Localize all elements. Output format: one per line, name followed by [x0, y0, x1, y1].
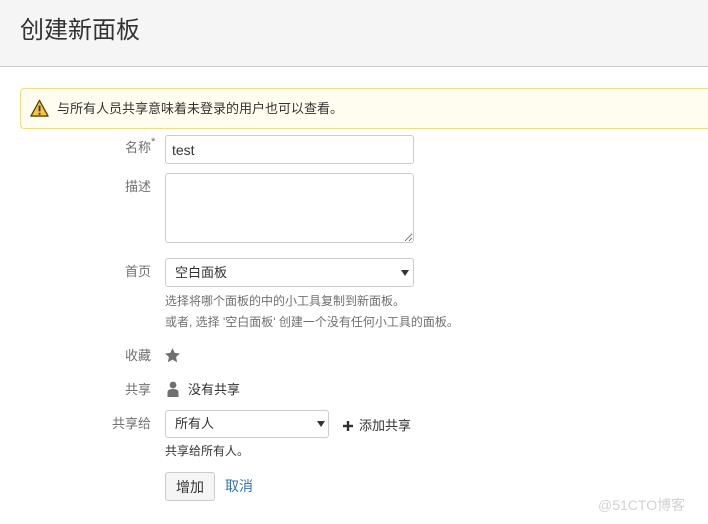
star-icon[interactable] [164, 347, 181, 364]
dialog-header: 创建新面板 [0, 0, 708, 67]
favourite-label: 收藏 [124, 348, 151, 363]
required-marker: * [151, 136, 156, 148]
share-with-label: 共享给 [111, 416, 151, 431]
person-icon [167, 381, 179, 397]
warning-icon [30, 99, 49, 117]
cancel-link[interactable]: 取消 [225, 476, 253, 496]
warning-banner: 与所有人员共享意味着未登录的用户也可以查看。 [20, 88, 708, 129]
add-button[interactable]: 增加 [165, 472, 215, 501]
homepage-select-value: 空白面板 [175, 265, 228, 280]
watermark: @51CTO博客 [598, 497, 686, 513]
share-with-select[interactable]: 所有人 [165, 410, 329, 438]
warning-text: 与所有人员共享意味着未登录的用户也可以查看。 [57, 101, 344, 116]
plus-icon [343, 421, 353, 431]
homepage-help-1: 选择将哪个面板的中的小工具复制到新面板。 [165, 294, 406, 308]
homepage-help-2: 或者, 选择 '空白面板' 创建一个没有任何小工具的面板。 [165, 315, 459, 329]
share-with-help: 共享给所有人。 [165, 444, 250, 458]
description-textarea[interactable] [165, 173, 414, 243]
chevron-down-icon [317, 421, 325, 427]
description-label: 描述 [124, 179, 151, 194]
shares-label: 共享 [124, 382, 151, 397]
name-label: 名称 [124, 140, 151, 155]
chevron-down-icon [401, 270, 409, 276]
homepage-label: 首页 [124, 264, 151, 279]
add-share-label: 添加共享 [359, 418, 412, 433]
share-with-select-value: 所有人 [175, 416, 215, 431]
add-share-button[interactable]: 添加共享 [342, 416, 418, 436]
shares-value: 没有共享 [188, 382, 241, 397]
dialog-title: 创建新面板 [20, 17, 140, 44]
name-input[interactable] [165, 135, 414, 164]
homepage-select[interactable]: 空白面板 [165, 258, 414, 287]
